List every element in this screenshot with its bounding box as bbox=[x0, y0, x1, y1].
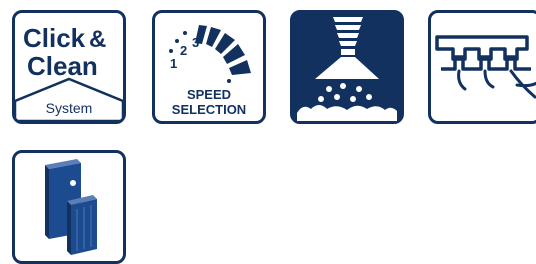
tongue-groove-tile bbox=[428, 10, 536, 124]
extraction-hood bbox=[315, 57, 379, 79]
joint-arrows bbox=[457, 69, 536, 99]
ampersand-label: & bbox=[89, 26, 106, 53]
system-label: System bbox=[46, 100, 93, 116]
speed-tick-1: 1 bbox=[170, 56, 177, 71]
clean-label: Clean bbox=[27, 51, 98, 81]
joint-profile bbox=[435, 35, 531, 71]
dust-extraction-icon bbox=[297, 17, 397, 121]
dust-extraction-tile bbox=[290, 10, 404, 124]
speed-gauge-arc bbox=[195, 25, 251, 75]
selection-label: SELECTION bbox=[172, 102, 246, 117]
click-clean-system-icon: Click & Clean System bbox=[15, 23, 123, 121]
tongue-groove-joint-icon bbox=[435, 35, 536, 99]
small-panel bbox=[67, 195, 97, 255]
workpiece-panels-tile bbox=[12, 150, 126, 264]
workpiece-panels-icon bbox=[45, 159, 97, 255]
dust-pile bbox=[297, 105, 397, 121]
speed-selection-tile: 1 2 3 SPEED SELECTION bbox=[152, 10, 266, 124]
dust-particles bbox=[318, 83, 372, 102]
extraction-hose bbox=[333, 17, 363, 55]
click-clean-system-tile: Click & Clean System bbox=[12, 10, 126, 124]
speed-selection-icon: 1 2 3 SPEED SELECTION bbox=[169, 25, 251, 117]
click-label: Click bbox=[23, 23, 86, 53]
speed-label: SPEED bbox=[187, 87, 231, 102]
panel-hole bbox=[70, 180, 76, 186]
speed-tick-3: 3 bbox=[192, 35, 199, 50]
speed-tick-2: 2 bbox=[180, 43, 187, 58]
